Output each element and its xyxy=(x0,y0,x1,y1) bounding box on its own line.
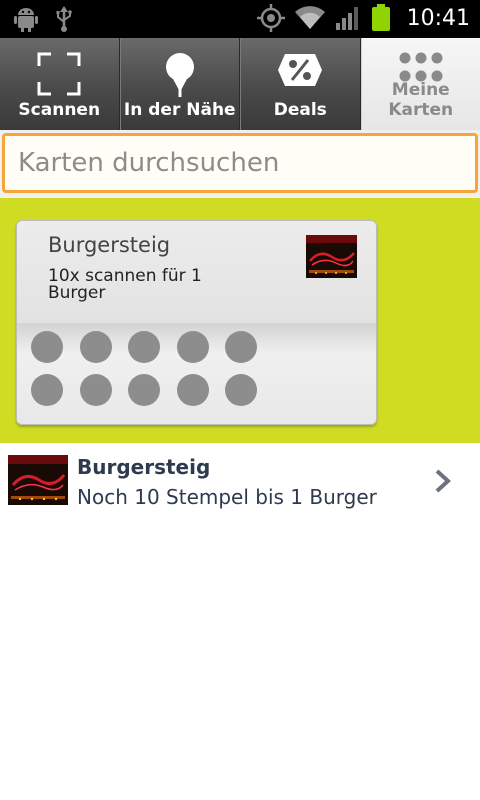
tab-deals[interactable]: Deals xyxy=(240,38,361,130)
stamp-empty xyxy=(80,331,112,363)
stamp-empty xyxy=(128,374,160,406)
list-item-title: Burgersteig xyxy=(77,455,211,479)
android-debug-icon xyxy=(14,6,38,32)
card-preview-area: Burgersteig 10x scannen für 1 Burger xyxy=(0,198,480,443)
search-bar xyxy=(0,130,480,198)
battery-icon xyxy=(371,4,391,32)
tab-label: Deals xyxy=(273,100,327,120)
card-title: Burgersteig xyxy=(48,233,171,257)
stamp-empty xyxy=(80,374,112,406)
tab-label: In der Nähe xyxy=(123,100,236,120)
chevron-right-icon xyxy=(434,468,452,498)
stamp-empty xyxy=(225,331,257,363)
stamp-empty xyxy=(177,374,209,406)
tab-scannen[interactable]: Scannen xyxy=(0,38,120,130)
burgersteig-logo xyxy=(306,235,357,278)
wifi-icon xyxy=(294,5,325,31)
stamp-grid xyxy=(17,323,376,424)
list-item[interactable]: Burgersteig Noch 10 Stempel bis 1 Burger xyxy=(0,443,480,533)
status-time: 10:41 xyxy=(406,5,470,31)
stamp-empty xyxy=(177,331,209,363)
stamp-empty xyxy=(128,331,160,363)
stamp-empty xyxy=(225,374,257,406)
burgersteig-thumbnail xyxy=(8,455,68,505)
stamp-empty xyxy=(31,374,63,406)
card-description: 10x scannen für 1 Burger xyxy=(48,266,202,303)
scan-frame-icon xyxy=(37,52,81,100)
tab-label: Meine Karten xyxy=(388,80,454,120)
main-tab-bar: Scannen In der Nähe Deals Meine Karten xyxy=(0,38,480,130)
stamp-empty xyxy=(31,331,63,363)
signal-icon xyxy=(335,5,361,31)
tab-in-der-naehe[interactable]: In der Nähe xyxy=(119,38,240,130)
status-bar: 10:41 xyxy=(0,0,480,38)
percent-tag-icon xyxy=(277,52,323,92)
search-input[interactable] xyxy=(2,133,478,193)
tab-label: Scannen xyxy=(18,100,101,120)
list-item-subtitle: Noch 10 Stempel bis 1 Burger xyxy=(77,485,377,509)
map-pin-icon xyxy=(163,52,197,102)
loyalty-card[interactable]: Burgersteig 10x scannen für 1 Burger xyxy=(16,220,377,425)
usb-icon xyxy=(54,6,74,32)
gps-icon xyxy=(256,4,285,32)
tab-meine-karten[interactable]: Meine Karten xyxy=(360,38,480,130)
